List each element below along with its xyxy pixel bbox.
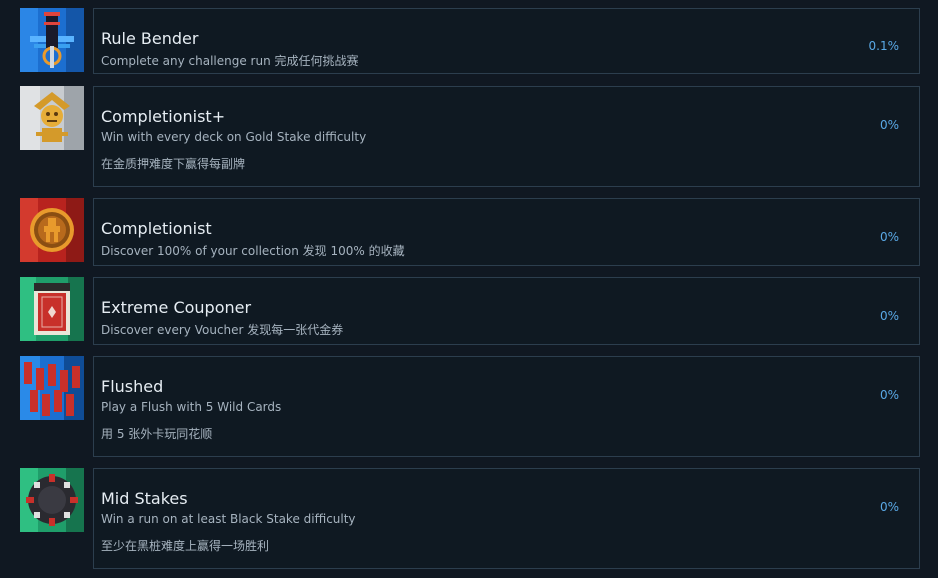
sword-tower-icon (20, 8, 84, 72)
voucher-card-icon (20, 277, 84, 341)
unlock-percent: 0% (879, 230, 899, 244)
achievement-card: Completionist+ Win with every deck on Go… (93, 86, 920, 187)
achievement-description: Complete any challenge run 完成任何挑战赛 (101, 54, 359, 68)
achievement-title: Flushed (101, 377, 164, 396)
wild-cards-icon (20, 356, 84, 420)
achievement-title: Rule Bender (101, 29, 199, 48)
achievement-row[interactable]: Rule Bender Complete any challenge run 完… (0, 8, 938, 74)
achievement-description: Win a run on at least Black Stake diffic… (101, 512, 356, 526)
achievement-row[interactable]: Completionist+ Win with every deck on Go… (0, 86, 938, 187)
achievement-description: Discover every Voucher 发现每一张代金券 (101, 323, 344, 337)
achievement-description-cn: 用 5 张外卡玩同花顺 (101, 427, 213, 441)
achievement-title: Mid Stakes (101, 489, 188, 508)
collection-coin-icon (20, 198, 84, 262)
unlock-percent: 0% (879, 118, 899, 132)
achievement-title: Extreme Couponer (101, 298, 252, 317)
achievement-card: Flushed Play a Flush with 5 Wild Cards 用… (93, 356, 920, 457)
gold-jester-icon (20, 86, 84, 150)
achievement-card: Mid Stakes Win a run on at least Black S… (93, 468, 920, 569)
unlock-percent: 0% (879, 388, 899, 402)
achievement-card: Rule Bender Complete any challenge run 完… (93, 8, 920, 74)
achievement-card: Completionist Discover 100% of your coll… (93, 198, 920, 266)
unlock-percent: 0.1% (868, 39, 900, 53)
achievement-description: Discover 100% of your collection 发现 100%… (101, 244, 405, 258)
achievement-title: Completionist+ (101, 107, 226, 126)
unlock-percent: 0% (879, 500, 899, 514)
achievement-description: Win with every deck on Gold Stake diffic… (101, 130, 367, 144)
achievement-description: Play a Flush with 5 Wild Cards (101, 400, 282, 414)
poker-chip-icon (20, 468, 84, 532)
achievement-row[interactable]: Extreme Couponer Discover every Voucher … (0, 277, 938, 345)
achievement-row[interactable]: Completionist Discover 100% of your coll… (0, 198, 938, 266)
achievement-title: Completionist (101, 219, 212, 238)
unlock-percent: 0% (879, 309, 899, 323)
achievement-description-cn: 至少在黑桩难度上赢得一场胜利 (101, 539, 270, 553)
achievement-row[interactable]: Flushed Play a Flush with 5 Wild Cards 用… (0, 356, 938, 457)
achievement-row[interactable]: Mid Stakes Win a run on at least Black S… (0, 468, 938, 569)
achievement-description-cn: 在金质押难度下赢得每副牌 (101, 157, 246, 171)
achievement-card: Extreme Couponer Discover every Voucher … (93, 277, 920, 345)
